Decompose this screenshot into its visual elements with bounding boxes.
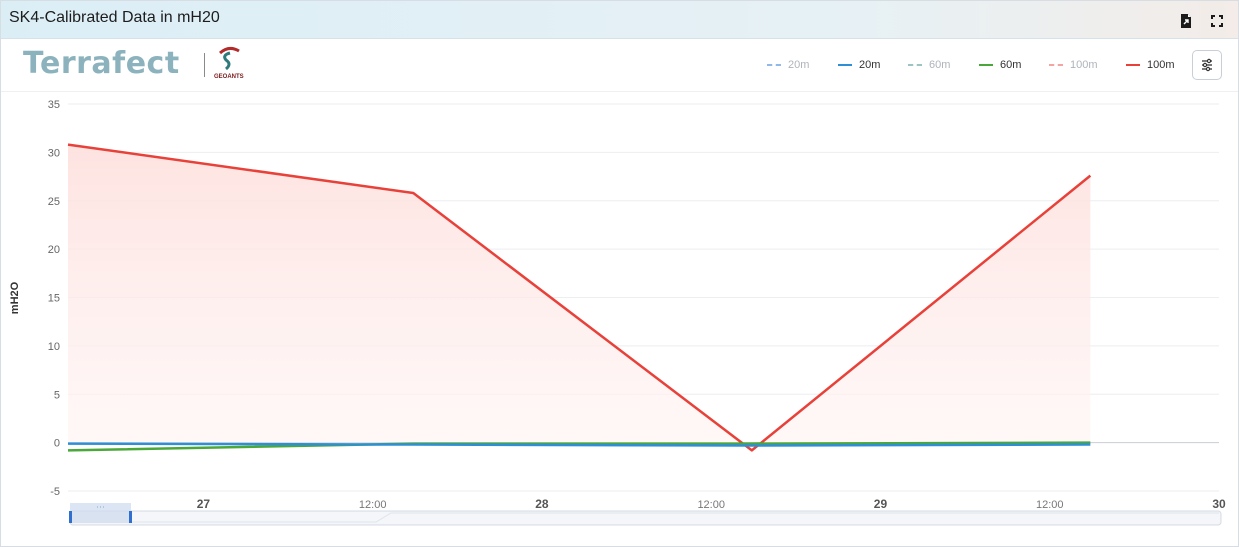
chart-panel: SK4-Calibrated Data in mH20 Terrafect GE… (0, 0, 1239, 547)
y-tick-label: 20 (48, 244, 60, 256)
x-tick-label: 30 (1212, 497, 1226, 511)
series-area-100m (68, 144, 1091, 451)
series-line-100m (67, 143, 1092, 452)
panel-header: SK4-Calibrated Data in mH20 (1, 1, 1238, 39)
terrafect-logo: Terrafect (23, 46, 180, 81)
y-tick-label: 30 (48, 147, 60, 159)
navigator-handle-right (129, 511, 132, 523)
geoants-logo-icon (219, 46, 240, 71)
legend-item-100m-dashed[interactable]: 100m (1049, 59, 1098, 71)
legend-label: 20m (788, 59, 810, 71)
legend-item-20m-dashed[interactable]: 20m (767, 59, 809, 71)
legend-label: 60m (929, 59, 951, 71)
y-tick-label: 35 (48, 99, 60, 111)
y-tick-label: 15 (48, 293, 60, 305)
export-pdf-icon[interactable] (1178, 13, 1194, 29)
y-tick-label: 0 (54, 438, 60, 450)
chart-canvas: -5 0 5 10 15 20 25 30 35 mH2O 27 12:00 28 12:00 29 12:0… (9, 99, 1226, 526)
x-tick-label: 27 (197, 497, 211, 511)
navigator-track (69, 510, 1222, 526)
header-separator (1, 91, 1238, 92)
fullscreen-icon[interactable] (1209, 13, 1225, 29)
y-tick-label: 25 (48, 196, 60, 208)
y-axis-label: mH2O (9, 281, 21, 314)
x-tick-label: 12:00 (359, 499, 387, 511)
series-line-20m (67, 442, 1091, 447)
legend-swatch (979, 64, 993, 66)
legend-label: 20m (859, 59, 881, 71)
sliders-icon (1202, 58, 1212, 72)
legend-swatch (1126, 64, 1140, 66)
navigator-series (131, 512, 1219, 523)
legend-label: 100m (1070, 59, 1098, 71)
panel-title: SK4-Calibrated Data in mH20 (9, 9, 220, 26)
legend-item-100m[interactable]: 100m (1126, 59, 1175, 71)
legend-item-60m-dashed[interactable]: 60m (908, 59, 950, 71)
legend-item-20m[interactable]: 20m (838, 59, 880, 71)
geoants-label: GEOANTS (214, 74, 244, 80)
y-tick-label: -5 (50, 486, 60, 498)
legend-swatch (838, 64, 852, 66)
series-line-60m (67, 441, 1091, 452)
x-tick-label: 12:00 (697, 499, 725, 511)
legend-label: 100m (1147, 59, 1175, 71)
navigator-handle-left (69, 511, 72, 523)
navigator-selection (70, 503, 131, 523)
legend-label: 60m (1000, 59, 1022, 71)
chart-settings-button[interactable] (1192, 50, 1222, 80)
x-tick-label: 12:00 (1036, 499, 1064, 511)
legend-swatch (767, 64, 781, 66)
legend-item-60m[interactable]: 60m (979, 59, 1021, 71)
x-tick-label: 28 (535, 497, 549, 511)
logo-divider (204, 53, 205, 77)
legend-swatch (908, 64, 922, 66)
legend-swatch (1049, 64, 1063, 66)
y-tick-label: 10 (48, 341, 60, 353)
x-tick-label: 29 (874, 497, 888, 511)
y-tick-label: 5 (54, 389, 60, 401)
